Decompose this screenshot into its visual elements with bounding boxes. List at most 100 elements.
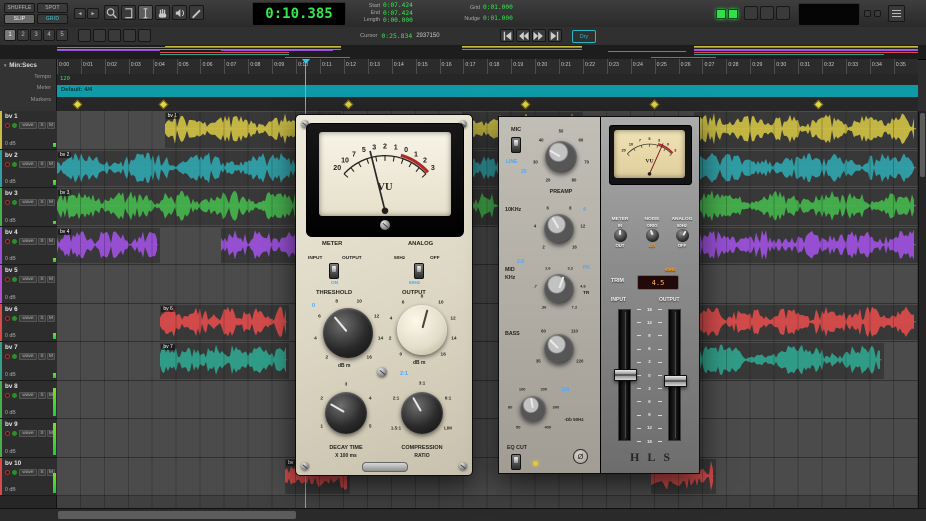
track-header-bv-4[interactable]: bv 4waveSM0 dB: [0, 227, 57, 266]
record-enable-button[interactable]: [5, 316, 10, 321]
track-header-bv-7[interactable]: bv 7waveSM0 dB: [0, 342, 57, 381]
record-enable-button[interactable]: [5, 431, 10, 436]
record-enable-button[interactable]: [5, 162, 10, 167]
output-fader[interactable]: [664, 375, 687, 387]
mic-line-toggle[interactable]: [511, 137, 521, 153]
record-enable-button[interactable]: [5, 470, 10, 475]
solo-button[interactable]: S: [38, 392, 46, 399]
bass-knob[interactable]: 3560110220: [531, 321, 587, 377]
fast-forward-button[interactable]: [532, 29, 546, 42]
track-lane-bv-10[interactable]: bv 10bv 10: [57, 458, 918, 497]
hpf-knob[interactable]: 5080160200300400: [506, 382, 560, 436]
wave-view-selector[interactable]: wave: [19, 238, 37, 245]
toolbar-icon-button[interactable]: [78, 29, 91, 42]
universe-overview-strip[interactable]: [0, 45, 926, 60]
track-header-bv-1[interactable]: bv 1waveSM0 dB: [0, 111, 57, 150]
hls-analog-knob[interactable]: [676, 229, 689, 242]
disclosure-icon[interactable]: ▼: [3, 63, 7, 68]
zoom-preset-5[interactable]: 5: [56, 29, 68, 41]
record-enable-button[interactable]: [5, 354, 10, 359]
track-name[interactable]: bv 4: [5, 229, 18, 236]
dry-indicator-chip[interactable]: Dry: [572, 30, 596, 43]
marker-icon[interactable]: [344, 100, 354, 110]
wave-view-selector[interactable]: wave: [19, 161, 37, 168]
solo-button[interactable]: S: [38, 161, 46, 168]
track-header-bv-10[interactable]: bv 10waveSM0 dB: [0, 458, 57, 497]
selection-value[interactable]: 0:00.000: [383, 17, 413, 24]
ruler-item-meter[interactable]: Meter: [37, 85, 51, 91]
vertical-scrollbar-thumb[interactable]: [920, 113, 925, 177]
record-enable-button[interactable]: [5, 239, 10, 244]
track-name[interactable]: bv 7: [5, 344, 18, 351]
input-monitor-button[interactable]: [12, 431, 17, 436]
clip[interactable]: [694, 112, 918, 148]
input-monitor-button[interactable]: [12, 393, 17, 398]
track-name[interactable]: bv 2: [5, 152, 18, 159]
track-volume[interactable]: 0 dB: [5, 372, 16, 378]
nudge-value[interactable]: 0:01.000: [483, 15, 513, 22]
marker-icon[interactable]: [813, 100, 823, 110]
wave-view-selector[interactable]: wave: [19, 276, 37, 283]
track-volume[interactable]: 0 dB: [5, 410, 16, 416]
decay-time-knob[interactable]: 12345: [312, 379, 380, 447]
mute-button[interactable]: M: [47, 238, 55, 245]
track-lane-bv-9[interactable]: [57, 419, 918, 458]
grabber-tool-button[interactable]: [155, 5, 170, 20]
track-header-bv-6[interactable]: bv 6waveSM0 dB: [0, 304, 57, 343]
record-enable-button[interactable]: [5, 200, 10, 205]
ruler-title[interactable]: ▼ Min:Secs: [3, 62, 37, 69]
toolbar-menu-icon[interactable]: [888, 5, 905, 22]
track-lane-bv-5[interactable]: bv 5: [57, 265, 918, 304]
mode-button-spot[interactable]: SPOT: [37, 3, 68, 13]
track-name[interactable]: bv 9: [5, 421, 18, 428]
track-lane-bv-6[interactable]: bv 6: [57, 304, 918, 343]
go-to-end-button[interactable]: [548, 29, 562, 42]
input-monitor-button[interactable]: [12, 316, 17, 321]
track-header-bv-8[interactable]: bv 8waveSM0 dB: [0, 381, 57, 420]
track-volume[interactable]: 0 dB: [5, 333, 16, 339]
main-counter[interactable]: 0:10.385: [252, 2, 346, 26]
go-to-start-button[interactable]: [500, 29, 514, 42]
track-lane-bv-2[interactable]: bv 2: [57, 150, 918, 189]
timebase-ruler[interactable]: 0:000:010:020:030:040:050:060:070:080:09…: [57, 59, 918, 75]
track-header-bv-9[interactable]: bv 9waveSM0 dB: [0, 419, 57, 458]
edit-arrange-area[interactable]: bv 1bv 2bv 3bv 4bv 5bv 6bv 7bv 10bv 10: [57, 111, 918, 508]
track-header-bv-3[interactable]: bv 3waveSM0 dB: [0, 188, 57, 227]
midi-merge-button[interactable]: [776, 6, 790, 20]
track-name[interactable]: bv 10: [5, 460, 21, 467]
mute-button[interactable]: M: [47, 353, 55, 360]
solo-button[interactable]: S: [38, 122, 46, 129]
count-off-button[interactable]: [760, 6, 774, 20]
track-volume[interactable]: 0 dB: [5, 218, 16, 224]
preamp-knob[interactable]: 20304050607080: [531, 127, 591, 187]
wave-view-selector[interactable]: wave: [19, 469, 37, 476]
input-monitor-button[interactable]: [12, 162, 17, 167]
zoom-out-arrow-button[interactable]: ◄: [74, 8, 86, 19]
solo-button[interactable]: S: [38, 430, 46, 437]
mute-button[interactable]: M: [47, 122, 55, 129]
solo-button[interactable]: S: [38, 199, 46, 206]
horizontal-scrollbar[interactable]: [0, 508, 926, 521]
input-monitor-button[interactable]: [12, 239, 17, 244]
marker-icon[interactable]: [73, 100, 83, 110]
track-name[interactable]: bv 3: [5, 190, 18, 197]
compression-ratio-knob[interactable]: 1.5:12:13:16:1LIM: [388, 379, 456, 447]
track-name[interactable]: bv 5: [5, 267, 18, 274]
mode-button-grid[interactable]: GRID: [37, 14, 68, 24]
track-lane-bv-7[interactable]: bv 7: [57, 342, 918, 381]
clip[interactable]: [694, 189, 918, 225]
selection-value[interactable]: 0:07.424: [383, 10, 413, 17]
marker-icon[interactable]: [650, 100, 660, 110]
clip[interactable]: [694, 228, 918, 264]
zoom-tool-button[interactable]: [104, 5, 119, 20]
band1-knob[interactable]: 24681216: [531, 201, 587, 257]
selector-tool-button[interactable]: [138, 5, 153, 20]
mute-button[interactable]: M: [47, 161, 55, 168]
mode-button-slip[interactable]: SLIP: [4, 14, 35, 24]
track-lane-bv-8[interactable]: [57, 381, 918, 420]
trim-value-display[interactable]: 4.5: [637, 275, 679, 290]
wave-view-selector[interactable]: wave: [19, 315, 37, 322]
track-name[interactable]: bv 8: [5, 383, 18, 390]
wave-view-selector[interactable]: wave: [19, 392, 37, 399]
zoom-preset-2[interactable]: 2: [17, 29, 29, 41]
